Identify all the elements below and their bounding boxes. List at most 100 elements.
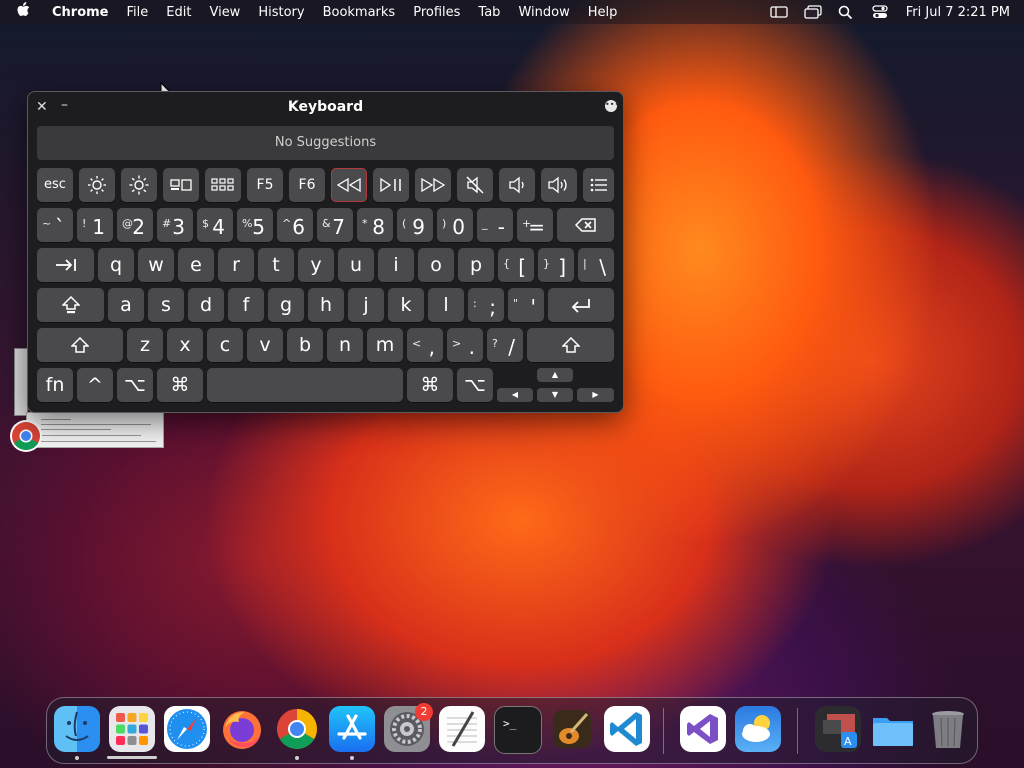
key-return[interactable] (548, 288, 614, 322)
launchpad-icon[interactable] (109, 706, 155, 752)
spotlight-search-icon[interactable] (838, 5, 856, 20)
key-rewind[interactable] (331, 168, 367, 202)
key-backtick[interactable]: ~ ` (37, 208, 73, 242)
key-a[interactable]: a (108, 288, 144, 322)
image-stack-icon[interactable]: A (815, 706, 861, 752)
options-icon[interactable]: ••• (605, 100, 619, 112)
weather-icon[interactable] (735, 706, 781, 752)
safari-icon[interactable] (164, 706, 210, 752)
screen-mirroring-icon[interactable] (804, 5, 822, 19)
menu-edit[interactable]: Edit (166, 5, 191, 20)
key-e[interactable]: e (178, 248, 214, 282)
key-volume-up[interactable] (541, 168, 577, 202)
key-semicolon[interactable]: :; (468, 288, 504, 322)
firefox-icon[interactable] (219, 706, 265, 752)
menu-view[interactable]: View (209, 5, 240, 20)
key-command-right[interactable]: ⌘ (407, 368, 453, 402)
key-r[interactable]: r (218, 248, 254, 282)
key-space[interactable] (207, 368, 403, 402)
key-c[interactable]: c (207, 328, 243, 362)
finder-icon[interactable] (54, 706, 100, 752)
menu-profiles[interactable]: Profiles (413, 5, 460, 20)
key-8[interactable]: * 8 (357, 208, 393, 242)
key-3[interactable]: #3 (157, 208, 193, 242)
chrome-icon[interactable] (274, 706, 320, 752)
key-play-pause[interactable] (373, 168, 409, 202)
app-store-icon[interactable] (329, 706, 375, 752)
key-control[interactable]: ^ (77, 368, 113, 402)
key-m[interactable]: m (367, 328, 403, 362)
menu-file[interactable]: File (127, 5, 149, 20)
key-2[interactable]: @2 (117, 208, 153, 242)
key-f[interactable]: f (228, 288, 264, 322)
key-brightness-up[interactable] (121, 168, 157, 202)
apple-menu-icon[interactable] (16, 2, 36, 22)
key-quote[interactable]: " ' (508, 288, 544, 322)
key-bracket-right[interactable]: }] (538, 248, 574, 282)
key-0[interactable]: ) 0 (437, 208, 473, 242)
key-n[interactable]: n (327, 328, 363, 362)
key-arrow-up[interactable]: ▲ (537, 368, 573, 382)
keyboard-title-bar[interactable]: ✕ – Keyboard ••• (28, 92, 623, 122)
trash-icon[interactable] (925, 706, 971, 752)
key-bracket-left[interactable]: {[ (498, 248, 534, 282)
key-f5[interactable]: F5 (247, 168, 283, 202)
key-tab[interactable] (37, 248, 94, 282)
key-t[interactable]: t (258, 248, 294, 282)
key-shift-left[interactable] (37, 328, 123, 362)
menu-window[interactable]: Window (518, 5, 569, 20)
key-x[interactable]: x (167, 328, 203, 362)
key-comma[interactable]: <, (407, 328, 443, 362)
terminal-icon[interactable]: >_ (494, 706, 542, 754)
key-volume-down[interactable] (499, 168, 535, 202)
menu-history[interactable]: History (258, 5, 304, 20)
key-delete[interactable] (557, 208, 614, 242)
key-launchpad[interactable] (205, 168, 241, 202)
key-7[interactable]: & 7 (317, 208, 353, 242)
key-mute[interactable] (457, 168, 493, 202)
key-minus[interactable]: _ - (477, 208, 513, 242)
key-menu[interactable] (583, 168, 614, 202)
menu-app-chrome[interactable]: Chrome (52, 5, 109, 20)
menu-help[interactable]: Help (588, 5, 618, 20)
menu-tab[interactable]: Tab (478, 5, 500, 20)
key-arrow-down[interactable]: ▼ (537, 388, 573, 402)
key-1[interactable]: ! 1 (77, 208, 113, 242)
vscode-icon[interactable] (604, 706, 650, 752)
chrome-window-thumbnail[interactable] (26, 412, 164, 448)
key-h[interactable]: h (308, 288, 344, 322)
key-s[interactable]: s (148, 288, 184, 322)
key-u[interactable]: u (338, 248, 374, 282)
key-fn[interactable]: fn (37, 368, 73, 402)
key-backslash[interactable]: | \ (578, 248, 614, 282)
key-esc[interactable]: esc (37, 168, 73, 202)
key-q[interactable]: q (98, 248, 134, 282)
key-caps-lock[interactable] (37, 288, 104, 322)
key-4[interactable]: $4 (197, 208, 233, 242)
key-o[interactable]: o (418, 248, 454, 282)
key-f6[interactable]: F6 (289, 168, 325, 202)
key-shift-right[interactable] (527, 328, 614, 362)
key-5[interactable]: % 5 (237, 208, 273, 242)
visual-studio-icon[interactable] (680, 706, 726, 752)
key-fast-forward[interactable] (415, 168, 451, 202)
key-option-left[interactable]: ⌥ (117, 368, 153, 402)
key-6[interactable]: ^ 6 (277, 208, 313, 242)
key-w[interactable]: w (138, 248, 174, 282)
textedit-icon[interactable] (439, 706, 485, 752)
key-arrow-right[interactable]: ▶ (577, 388, 614, 402)
key-mission-control[interactable] (163, 168, 199, 202)
key-z[interactable]: z (127, 328, 163, 362)
key-brightness-down[interactable] (79, 168, 115, 202)
key-9[interactable]: (9 (397, 208, 433, 242)
key-k[interactable]: k (388, 288, 424, 322)
control-center-icon[interactable] (872, 5, 890, 19)
key-command-left[interactable]: ⌘ (157, 368, 203, 402)
key-j[interactable]: j (348, 288, 384, 322)
key-slash[interactable]: ? / (487, 328, 523, 362)
key-equals[interactable]: + = (517, 208, 553, 242)
key-period[interactable]: >. (447, 328, 483, 362)
key-b[interactable]: b (287, 328, 323, 362)
key-i[interactable]: i (378, 248, 414, 282)
key-arrow-left[interactable]: ◀ (497, 388, 533, 402)
